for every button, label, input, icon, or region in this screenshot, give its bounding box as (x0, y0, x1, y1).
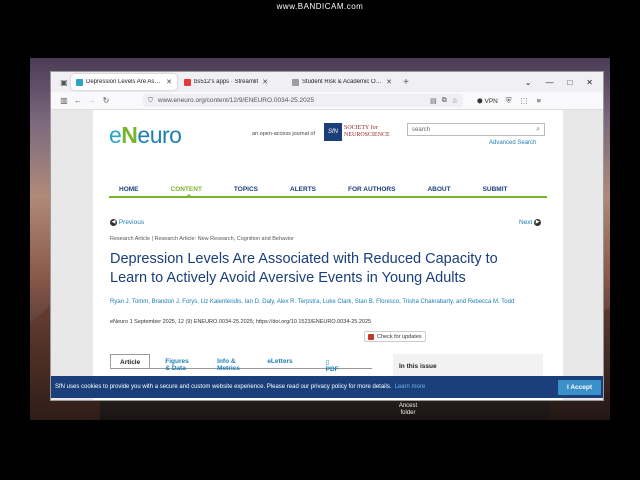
nav-alerts[interactable]: ALERTS (280, 180, 316, 196)
recorder-watermark: www.BANDICAM.com (276, 2, 364, 11)
tab-bar: ▣ Depression Levels Are Associat ✕ bs512… (51, 72, 603, 92)
page-favicon-icon (292, 78, 299, 86)
nav-content[interactable]: CONTENT (161, 180, 202, 198)
vpn-label: VPN (484, 97, 498, 105)
learn-more-link[interactable]: Learn more (395, 384, 426, 390)
author-list[interactable]: Ryan J. Tomm, Brandon J. Forys, Liz Kale… (110, 298, 530, 307)
page-content: eNeuro an open-access journal of SfN SOC… (93, 110, 563, 400)
tab-streamlit[interactable]: bs512's apps · Streamlit ✕ (179, 74, 285, 90)
search-icon[interactable]: ⌕ (536, 126, 540, 134)
browser-window: ▣ Depression Levels Are Associat ✕ bs512… (50, 71, 604, 401)
citation: eNeuro 1 September 2025, 12 (9) ENEURO.0… (110, 319, 372, 325)
previous-link[interactable]: ◀ Previous (110, 219, 144, 226)
tab-label: Depression Levels Are Associat (86, 79, 163, 85)
logo-e: e (109, 122, 122, 148)
sfn-name[interactable]: SOCIETY for NEUROSCIENCE (344, 125, 390, 139)
window-controls: ⌄ — □ ✕ (525, 78, 603, 87)
main-navigation: HOME CONTENT TOPICS ALERTS FOR AUTHORS A… (109, 180, 547, 198)
navigation-bar: ▥ ← → ↻ ⛉ www.eneuro.org/content/12/9/EN… (51, 92, 603, 110)
pdf-label: PDF (325, 366, 339, 373)
web-page: eNeuro an open-access journal of SfN SOC… (51, 110, 603, 400)
sfn-line2: NEUROSCIENCE (344, 132, 390, 138)
tab-student-risk[interactable]: Student Risk & Academic Outc ✕ (287, 74, 397, 90)
menu-icon[interactable]: ≡ (537, 96, 541, 106)
tab-overview-icon[interactable]: ▣ (57, 78, 71, 87)
shield-icon[interactable]: ⛨ (506, 96, 512, 106)
cookie-text: SfN uses cookies to provide you with a s… (55, 384, 392, 390)
reader-view-icon[interactable]: ▤ (430, 97, 437, 105)
tab-close-icon[interactable]: ✕ (262, 78, 268, 86)
tab-label: Student Risk & Academic Outc (302, 79, 383, 85)
arrow-left-icon: ◀ (110, 219, 117, 226)
page-gutter-right (563, 110, 603, 400)
desktop-folder-label[interactable]: Ancest folder (393, 403, 423, 417)
article-title: Depression Levels Are Associated with Re… (110, 251, 498, 286)
screenshot-icon[interactable]: ⧉ (442, 97, 447, 105)
nav-home[interactable]: HOME (109, 180, 139, 196)
nav-for-authors[interactable]: FOR AUTHORS (338, 180, 395, 196)
bookmark-star-icon[interactable]: ☆ (452, 97, 458, 105)
tab-pdf[interactable]: ▯ PDF (308, 354, 366, 373)
cookie-banner: SfN uses cookies to provide you with a s… (51, 376, 603, 398)
tab-article[interactable]: Article (110, 354, 151, 368)
arrow-right-icon: ▶ (534, 219, 542, 226)
check-for-updates-button[interactable]: Check for updates (364, 331, 426, 342)
next-label: Next (519, 219, 533, 227)
eneuro-favicon-icon (76, 78, 83, 86)
crossmark-icon (368, 333, 374, 340)
advanced-search-link[interactable]: Advanced Search (489, 140, 536, 146)
sfn-line1: SOCIETY for (344, 125, 378, 131)
vpn-button[interactable]: ⬢ VPN (477, 97, 498, 105)
maximize-icon[interactable]: □ (567, 78, 572, 87)
sfn-logo-icon[interactable]: SfN (324, 123, 342, 141)
page-gutter-left (51, 110, 93, 400)
tab-figures-data[interactable]: Figures & Data (156, 354, 202, 372)
tab-close-icon[interactable]: ✕ (166, 78, 172, 86)
tab-label: bs512's apps · Streamlit (194, 79, 259, 85)
site-info-icon[interactable]: ⛉ (148, 97, 153, 105)
open-access-text: an open-access journal of (252, 131, 315, 137)
url-text: www.eneuro.org/content/12/9/ENEURO.0034-… (157, 97, 314, 104)
toolbar-right: ⛨ ⬚ ≡ (506, 96, 541, 106)
minimize-icon[interactable]: — (545, 78, 553, 87)
tab-eletters[interactable]: eLetters (258, 354, 301, 368)
new-tab-icon[interactable]: + (399, 77, 413, 88)
sidebar-toggle-icon[interactable]: ▥ (57, 96, 71, 105)
accept-cookies-button[interactable]: I Accept (557, 379, 601, 395)
nav-submit[interactable]: SUBMIT (473, 180, 508, 196)
tab-list-icon[interactable]: ⌄ (525, 78, 532, 87)
next-link[interactable]: Next ▶ (519, 219, 542, 227)
updates-label: Check for updates (377, 333, 422, 340)
address-bar-actions: ▤ ⧉ ☆ (430, 97, 458, 105)
vpn-icon: ⬢ (477, 97, 483, 105)
breadcrumb: Research Article | Research Article: New… (110, 236, 294, 242)
site-search-input[interactable]: search ⌕ (407, 123, 545, 136)
forward-icon[interactable]: → (85, 96, 99, 105)
streamlit-favicon-icon (184, 78, 191, 86)
nav-about[interactable]: ABOUT (417, 180, 450, 196)
close-window-icon[interactable]: ✕ (586, 78, 593, 87)
eneuro-logo[interactable]: eNeuro (109, 122, 182, 149)
logo-n: N (121, 122, 138, 148)
logo-rest: euro (137, 122, 182, 148)
previous-label: Previous (118, 219, 145, 227)
address-bar[interactable]: ⛉ www.eneuro.org/content/12/9/ENEURO.003… (143, 94, 463, 107)
extensions-icon[interactable]: ⬚ (521, 96, 528, 106)
nav-topics[interactable]: TOPICS (224, 180, 258, 196)
tab-eneuro[interactable]: Depression Levels Are Associat ✕ (71, 74, 177, 90)
back-icon[interactable]: ← (71, 96, 85, 105)
tab-close-icon[interactable]: ✕ (386, 78, 392, 86)
article-tabs: Article Figures & Data Info & Metrics eL… (110, 354, 372, 373)
search-placeholder: search (412, 126, 431, 133)
tab-info-metrics[interactable]: Info & Metrics (208, 354, 252, 372)
screen: www.BANDICAM.com Ancest folder ▣ Depress… (0, 0, 640, 480)
reload-icon[interactable]: ↻ (99, 96, 113, 105)
